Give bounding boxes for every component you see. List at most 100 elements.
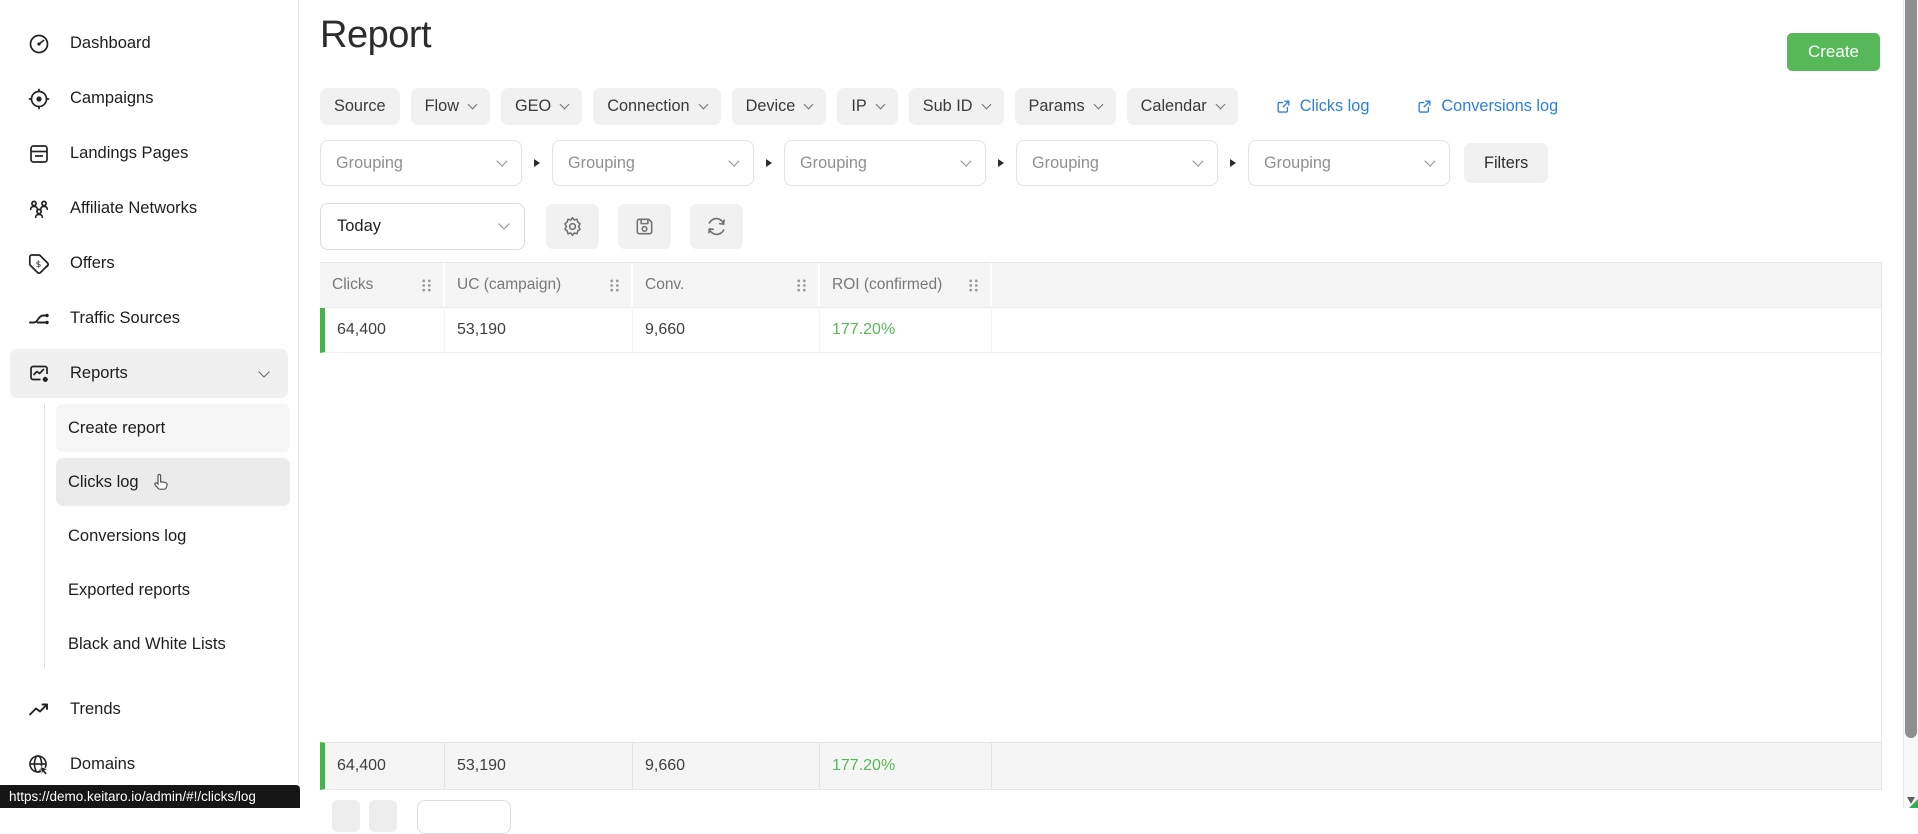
sidebar-item-dashboard[interactable]: Dashboard: [0, 16, 298, 71]
date-range-select[interactable]: Today: [320, 203, 525, 250]
arrow-right-icon: [1230, 159, 1236, 167]
filter-chip-calendar[interactable]: Calendar: [1127, 88, 1238, 125]
svg-text:$: $: [36, 260, 42, 270]
cell-conv: 9,660: [633, 308, 820, 352]
chevron-down-icon: [468, 100, 478, 110]
chevron-down-icon: [560, 100, 570, 110]
filters-button[interactable]: Filters: [1464, 143, 1548, 183]
clicks-log-link[interactable]: Clicks log: [1275, 97, 1370, 116]
chip-label: Device: [746, 97, 796, 116]
chevron-down-icon: [960, 155, 971, 166]
footer-cell-roi-confirmed: 177.20%: [820, 743, 992, 789]
sidebar-item-traffic-sources[interactable]: Traffic Sources: [0, 291, 298, 346]
chevron-down-icon: [1093, 100, 1103, 110]
settings-button[interactable]: [546, 204, 599, 249]
column-label: UC (campaign): [457, 276, 561, 294]
sidebar-item-campaigns[interactable]: Campaigns: [0, 71, 298, 126]
table-row[interactable]: 64,400 53,190 9,660 177.20%: [320, 308, 1881, 353]
filter-chip-params[interactable]: Params: [1015, 88, 1116, 125]
grouping-select-5[interactable]: Grouping: [1248, 140, 1450, 186]
status-bar-url: https://demo.keitaro.io/admin/#!/clicks/…: [0, 785, 300, 808]
report-table: Clicks UC (campaign) Conv. ROI (confirme…: [320, 262, 1882, 790]
sidebar-item-label: Domains: [70, 755, 135, 774]
grouping-value: Grouping: [1032, 154, 1099, 173]
footer-cell-uc-campaign: 53,190: [445, 743, 633, 789]
filter-chip-ip[interactable]: IP: [837, 88, 897, 125]
footer-cell-conv: 9,660: [633, 743, 820, 789]
target-icon: [26, 86, 52, 112]
pagination-bar: [332, 800, 511, 834]
gauge-icon: [26, 31, 52, 57]
chevron-down-icon: [1424, 155, 1435, 166]
submenu-item-label: Create report: [68, 419, 165, 438]
scrollbar-thumb[interactable]: [1905, 0, 1917, 738]
pagination-prev-button[interactable]: [332, 800, 360, 832]
filter-chip-device[interactable]: Device: [732, 88, 827, 125]
submenu-item-label: Clicks log: [68, 473, 139, 492]
column-label: ROI (confirmed): [832, 276, 942, 294]
sidebar-item-label: Landings Pages: [70, 144, 188, 163]
sidebar-item-label: Traffic Sources: [70, 309, 180, 328]
save-report-button[interactable]: [618, 204, 671, 249]
vertical-scrollbar[interactable]: [1903, 0, 1918, 808]
refresh-button[interactable]: [690, 204, 743, 249]
sidebar-item-black-white-lists[interactable]: Black and White Lists: [56, 620, 290, 668]
column-header-uc-campaign[interactable]: UC (campaign): [445, 263, 633, 307]
submenu-item-label: Conversions log: [68, 527, 186, 546]
sidebar-item-create-report[interactable]: Create report: [56, 404, 290, 452]
table-body-empty-area: [320, 353, 1881, 742]
external-link-icon: [1275, 98, 1292, 115]
sidebar: Dashboard Campaigns Landings Pages Affil…: [0, 0, 299, 808]
chip-label: IP: [851, 97, 866, 116]
sidebar-item-label: Campaigns: [70, 89, 153, 108]
sidebar-item-clicks-log[interactable]: Clicks log: [56, 458, 290, 506]
split-icon: [26, 306, 52, 332]
drag-handle-icon[interactable]: [795, 277, 808, 294]
per-page-select[interactable]: [417, 800, 511, 834]
filter-chip-sub-id[interactable]: Sub ID: [909, 88, 1004, 125]
conversions-log-link[interactable]: Conversions log: [1416, 97, 1558, 116]
grouping-select-1[interactable]: Grouping: [320, 140, 522, 186]
arrow-right-icon: [534, 159, 540, 167]
grouping-select-4[interactable]: Grouping: [1016, 140, 1218, 186]
cell-clicks: 64,400: [325, 308, 445, 352]
sidebar-item-reports[interactable]: Reports: [10, 349, 288, 398]
trend-up-icon: [26, 697, 52, 723]
tag-icon: $: [26, 251, 52, 277]
filter-chip-flow[interactable]: Flow: [411, 88, 490, 125]
sidebar-item-offers[interactable]: $ Offers: [0, 236, 298, 291]
column-header-clicks[interactable]: Clicks: [320, 263, 445, 307]
table-footer-row: 64,400 53,190 9,660 177.20%: [320, 742, 1881, 790]
column-header-conv[interactable]: Conv.: [633, 263, 820, 307]
footer-cell-clicks: 64,400: [325, 743, 445, 789]
drag-handle-icon[interactable]: [420, 277, 433, 294]
sidebar-item-affiliate-networks[interactable]: Affiliate Networks: [0, 181, 298, 236]
arrow-right-icon: [998, 159, 1004, 167]
footer-filler: [992, 743, 1881, 789]
drag-handle-icon[interactable]: [608, 277, 621, 294]
sidebar-item-trends[interactable]: Trends: [0, 682, 298, 737]
filter-chip-connection[interactable]: Connection: [593, 88, 720, 125]
chevron-down-icon: [1192, 155, 1203, 166]
sidebar-item-label: Dashboard: [70, 34, 151, 53]
create-button[interactable]: Create: [1787, 33, 1880, 71]
sidebar-item-exported-reports[interactable]: Exported reports: [56, 566, 290, 614]
chip-label: Source: [334, 97, 386, 116]
column-label: Conv.: [645, 276, 684, 294]
column-header-roi-confirmed[interactable]: ROI (confirmed): [820, 263, 992, 307]
chip-label: Flow: [425, 97, 459, 116]
column-label: Clicks: [332, 276, 373, 294]
pagination-next-button[interactable]: [369, 800, 397, 832]
grouping-select-2[interactable]: Grouping: [552, 140, 754, 186]
drag-handle-icon[interactable]: [967, 277, 980, 294]
filter-chip-geo[interactable]: GEO: [501, 88, 582, 125]
sidebar-item-label: Offers: [70, 254, 115, 273]
sidebar-item-domains[interactable]: Domains: [0, 737, 298, 792]
grouping-select-3[interactable]: Grouping: [784, 140, 986, 186]
gear-icon: [561, 215, 584, 238]
link-label: Conversions log: [1441, 97, 1558, 116]
sidebar-item-landings-pages[interactable]: Landings Pages: [0, 126, 298, 181]
sidebar-item-conversions-log[interactable]: Conversions log: [56, 512, 290, 560]
filter-chip-source[interactable]: Source: [320, 88, 400, 125]
sidebar-item-label: Reports: [70, 364, 128, 383]
